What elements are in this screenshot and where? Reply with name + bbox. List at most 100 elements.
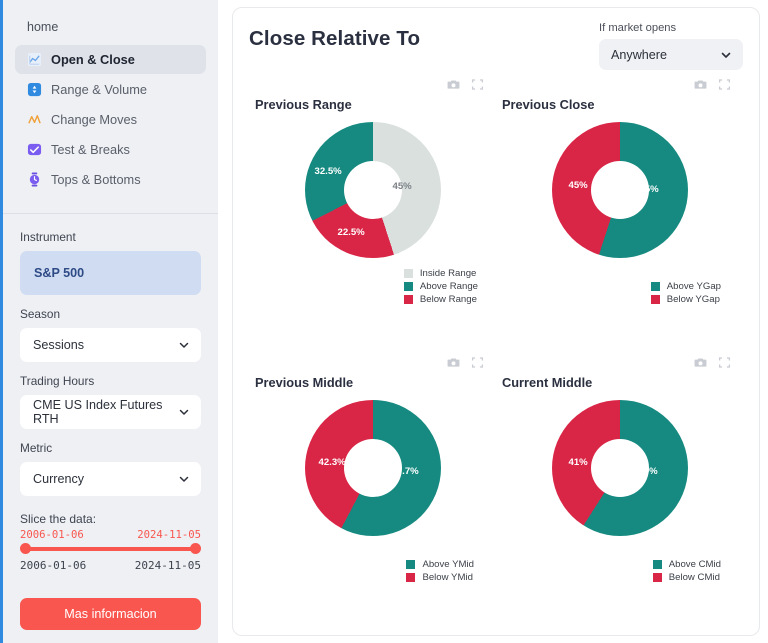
sidebar-item-open-close[interactable]: Open & Close [15,45,206,74]
chart-panel-previous-close: Previous Close 55% 45% Above YGap Below … [496,78,743,356]
charts-grid: Previous Range 45% 32.5% 22.5% Inside Ra… [249,78,743,634]
slider-start-value: 2006-01-06 [20,529,84,541]
legend-label: Below YMid [422,572,473,583]
legend-label: Inside Range [419,268,477,279]
fullscreen-icon[interactable] [718,356,731,369]
season-select[interactable]: Sessions [20,328,201,362]
legend-item[interactable]: Below CMid [652,572,721,583]
legend-label: Above Range [419,281,478,292]
legend-label: Below Range [419,294,477,305]
slider-handle-min[interactable] [20,543,31,554]
season-label: Season [20,307,61,321]
fullscreen-icon[interactable] [471,356,484,369]
slice-label: 32.5% [314,166,342,177]
camera-icon[interactable] [694,78,707,91]
content-card: Close Relative To If market opens Anywhe… [232,7,760,636]
panel-toolbar [447,356,484,369]
slice-label: 42.3% [318,457,346,468]
date-range-slider[interactable] [20,543,201,555]
sidebar: home Open & Close Range & Volume Change … [3,0,218,643]
legend-label: Below CMid [668,572,720,583]
chart-legend: Above YGap Below YGap [650,281,721,305]
updown-arrows-icon [27,82,42,97]
sidebar-nav: home Open & Close Range & Volume Change … [3,0,218,205]
legend-item[interactable]: Inside Range [403,268,478,279]
chart-legend: Above CMid Below CMid [652,559,721,583]
slider-end-value: 2024-11-05 [137,529,201,541]
sidebar-item-label: Tops & Bottoms [51,172,141,187]
slider-track-line [25,547,196,551]
card-header: Close Relative To If market opens Anywhe… [249,22,743,70]
fullscreen-icon[interactable] [718,78,731,91]
chart-title: Previous Range [255,97,352,112]
legend-swatch [406,560,416,569]
chevron-down-icon [178,473,190,485]
metric-label: Metric [20,441,53,455]
slider-max-label: 2024-11-05 [134,559,201,572]
chevron-down-icon [720,49,732,61]
chart-legend: Above YMid Below YMid [406,559,474,583]
sidebar-item-change-moves[interactable]: Change Moves [15,105,206,134]
camera-icon[interactable] [447,356,460,369]
instrument-field[interactable]: S&P 500 [20,251,201,295]
legend-swatch [403,295,413,304]
page-title: Close Relative To [249,27,421,50]
legend-item[interactable]: Below YMid [406,572,474,583]
legend-swatch [652,560,662,569]
stopwatch-icon [27,172,42,187]
sidebar-controls: Instrument S&P 500 Season Sessions Tradi… [3,214,218,630]
panel-toolbar [447,78,484,91]
metric-select[interactable]: Currency [20,462,201,496]
chart-legend: Inside Range Above Range Below Range [403,268,478,305]
line-chart-icon [27,52,42,67]
legend-swatch [652,573,662,582]
slider-selected-values: 2006-01-06 2024-11-05 [20,529,201,541]
slice-label: 57.7% [391,466,419,477]
sidebar-item-tops-bottoms[interactable]: Tops & Bottoms [15,165,206,194]
panel-toolbar [694,78,731,91]
metric-value: Currency [33,472,85,486]
market-opens-select[interactable]: Anywhere [599,39,743,70]
sidebar-item-test-breaks[interactable]: Test & Breaks [15,135,206,164]
legend-swatch [403,282,413,291]
market-opens-label: If market opens [599,22,677,34]
slider-min-label: 2006-01-06 [20,559,87,572]
mas-informacion-button[interactable]: Mas informacion [20,598,201,630]
slice-label: 45% [392,181,412,192]
legend-item[interactable]: Above CMid [652,559,721,570]
legend-item[interactable]: Above Range [403,281,478,292]
instrument-value: S&P 500 [34,266,85,280]
chart-panel-current-middle: Current Middle 59% 41% Above CMid Below … [496,356,743,634]
legend-item[interactable]: Above YMid [406,559,474,570]
slice-label: 22.5% [337,227,365,238]
donut-chart: 57.7% 42.3% Above YMid Below YMid [249,400,496,585]
donut-ring [304,400,441,536]
sidebar-item-range-volume[interactable]: Range & Volume [15,75,206,104]
legend-item[interactable]: Above YGap [650,281,721,292]
legend-item[interactable]: Below YGap [650,294,721,305]
camera-icon[interactable] [694,356,707,369]
camera-icon[interactable] [447,78,460,91]
trading-hours-label: Trading Hours [20,374,95,388]
sidebar-home-label: home [27,20,59,34]
legend-item[interactable]: Below Range [403,294,478,305]
slice-data-label: Slice the data: [20,512,97,526]
trading-hours-select[interactable]: CME US Index Futures RTH [20,395,201,429]
legend-label: Above CMid [668,559,721,570]
fullscreen-icon[interactable] [471,78,484,91]
legend-label: Below YGap [666,294,720,305]
check-square-icon [27,142,42,157]
chart-title: Previous Close [502,97,595,112]
legend-label: Above YGap [666,281,721,292]
donut-chart: 45% 32.5% 22.5% Inside Range Above Range [249,122,496,307]
chart-panel-previous-range: Previous Range 45% 32.5% 22.5% Inside Ra… [249,78,496,356]
panel-toolbar [694,356,731,369]
chevron-down-icon [178,406,190,418]
sidebar-item-label: Change Moves [51,112,138,127]
slider-bounds: 2006-01-06 2024-11-05 [20,559,201,572]
legend-swatch [650,295,660,304]
slice-label: 41% [568,457,588,468]
chevron-down-icon [178,339,190,351]
slider-handle-max[interactable] [190,543,201,554]
chart-panel-previous-middle: Previous Middle 57.7% 42.3% Above YMid B… [249,356,496,634]
